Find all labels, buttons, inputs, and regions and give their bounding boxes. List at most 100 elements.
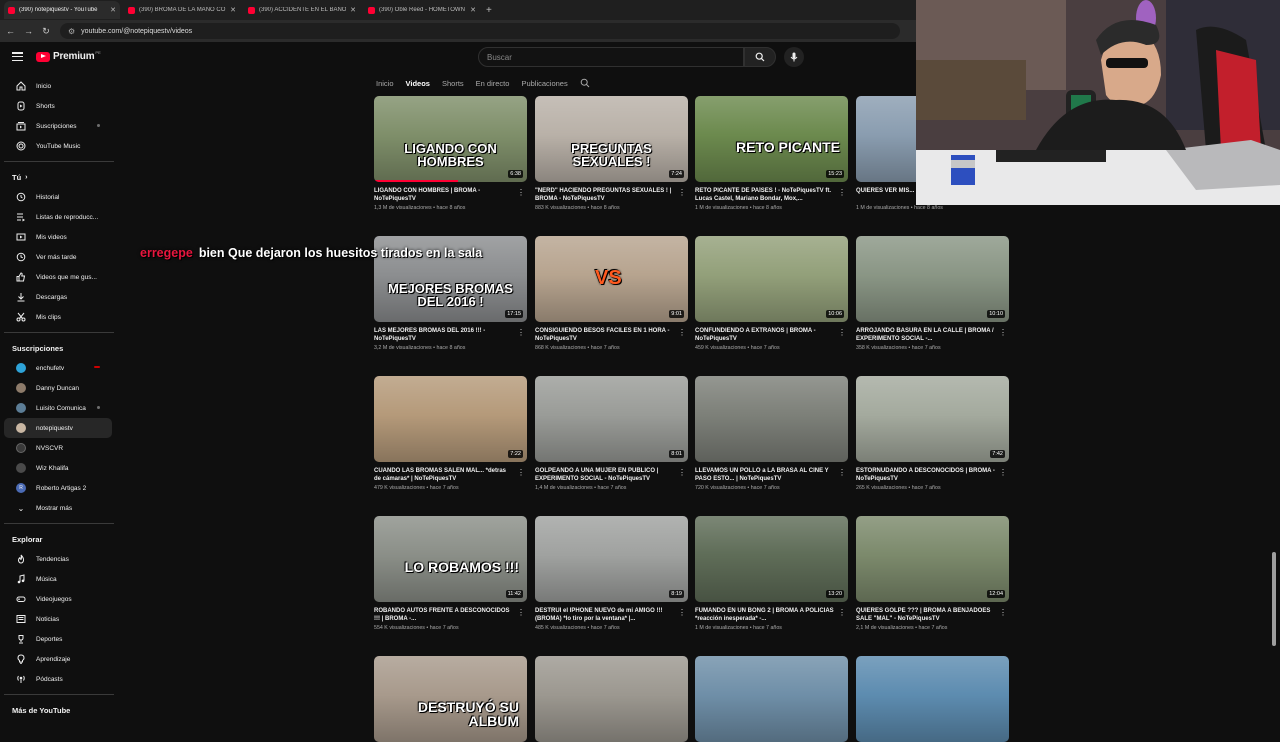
video-card[interactable]: 8:01 GOLPEANDO A UNA MUJER EN PUBLICO | E…	[535, 376, 688, 491]
more-actions-icon[interactable]: ⋮	[678, 328, 686, 337]
sidebar-item-playlists[interactable]: Listas de reproducc...	[4, 207, 112, 227]
site-info-icon[interactable]: ⚙	[68, 27, 75, 36]
video-card[interactable]: LLEVAMOS UN POLLO a LA BRASA AL CINE Y P…	[695, 376, 848, 491]
tab-publicaciones[interactable]: Publicaciones	[521, 79, 567, 88]
reload-icon[interactable]: ↻	[42, 26, 50, 37]
back-arrow-icon[interactable]: ←	[6, 26, 15, 36]
video-thumbnail[interactable]: PREGUNTAS SEXUALES ! 7:24	[535, 96, 688, 182]
video-title[interactable]: LAS MEJORES BROMAS DEL 2016 !!! - NoTePi…	[374, 327, 527, 343]
video-thumbnail[interactable]	[535, 656, 688, 742]
video-thumbnail[interactable]: Destruyó su ALBUM	[374, 656, 527, 742]
video-thumbnail[interactable]	[695, 656, 848, 742]
close-tab-icon[interactable]: ✕	[350, 6, 356, 14]
video-card[interactable]: LIGANDO CON HOMBRES 6:38 LIGANDO CON HOMBR…	[374, 96, 527, 211]
channel-search-icon[interactable]	[580, 78, 590, 88]
new-tab-icon[interactable]: +	[486, 5, 492, 16]
sidebar-sub-wiz-khalifa[interactable]: Wiz Khalifa	[4, 458, 112, 478]
sidebar-item-videojuegos[interactable]: Videojuegos	[4, 589, 112, 609]
sidebar-item-noticias[interactable]: Noticias	[4, 609, 112, 629]
video-title[interactable]: FUMANDO EN UN BONG 2 | BROMA A POLICIAS …	[695, 607, 848, 623]
browser-tab[interactable]: (390) notepiquestv - YouTube ✕	[4, 1, 120, 19]
video-title[interactable]: "NERD" HACIENDO PREGUNTAS SEXUALES ! | B…	[535, 187, 688, 203]
tab-shorts[interactable]: Shorts	[442, 79, 464, 88]
youtube-premium-logo[interactable]: Premium PE	[36, 50, 101, 62]
video-card[interactable]: 12:04 QUIERES GOLPE ??? | BROMA A BENJADO…	[856, 516, 1009, 631]
more-actions-icon[interactable]: ⋮	[999, 608, 1007, 617]
tab-inicio[interactable]: Inicio	[376, 79, 394, 88]
video-title[interactable]: ARROJANDO BASURA EN LA CALLE | BROMA / E…	[856, 327, 1009, 343]
browser-tab[interactable]: (390) BROMA DE LA MANO CO ✕	[124, 1, 240, 19]
page-scrollbar[interactable]	[1272, 552, 1276, 646]
video-card[interactable]: Destruyó su ALBUM	[374, 656, 527, 742]
video-thumbnail[interactable]: 12:04	[856, 516, 1009, 602]
video-title[interactable]: GOLPEANDO A UNA MUJER EN PUBLICO | EXPER…	[535, 467, 688, 483]
video-card[interactable]	[856, 656, 1009, 742]
more-actions-icon[interactable]: ⋮	[678, 188, 686, 197]
more-actions-icon[interactable]: ⋮	[678, 468, 686, 477]
tab-en-directo[interactable]: En directo	[476, 79, 510, 88]
tab-videos[interactable]: Videos	[406, 79, 430, 88]
video-card[interactable]	[695, 656, 848, 742]
video-card[interactable]	[535, 656, 688, 742]
sidebar-item-tendencias[interactable]: Tendencias	[4, 549, 112, 569]
sidebar-item-ver-mas-tarde[interactable]: Ver más tarde	[4, 247, 112, 267]
browser-tab[interactable]: (390) Oblé Reed - HOMETOWN ✕	[364, 1, 480, 19]
more-actions-icon[interactable]: ⋮	[517, 328, 525, 337]
search-button[interactable]	[744, 47, 776, 67]
browser-tab[interactable]: (390) ACCIDENTE EN EL BAÑO ✕	[244, 1, 360, 19]
sidebar-item-descargas[interactable]: Descargas	[4, 287, 112, 307]
video-thumbnail[interactable]: 8:01	[535, 376, 688, 462]
sidebar-item-deportes[interactable]: Deportes	[4, 629, 112, 649]
sidebar-item-aprendizaje[interactable]: Aprendizaje	[4, 649, 112, 669]
more-actions-icon[interactable]: ⋮	[678, 608, 686, 617]
video-title[interactable]: ESTORNUDANDO A DESCONOCIDOS | BROMA - No…	[856, 467, 1009, 483]
more-actions-icon[interactable]: ⋮	[838, 188, 846, 197]
video-thumbnail[interactable]: 7:22	[374, 376, 527, 462]
video-thumbnail[interactable]: 13:20	[695, 516, 848, 602]
video-title[interactable]: LIGANDO CON HOMBRES | BROMA - NoTePiques…	[374, 187, 527, 203]
video-thumbnail[interactable]: 7:42	[856, 376, 1009, 462]
video-title[interactable]: RETO PICANTE DE PAÍSES ! - NoTePiquesTV …	[695, 187, 848, 203]
voice-search-button[interactable]	[784, 47, 804, 67]
video-card[interactable]: 8:19 DESTRUI el IPHONE NUEVO de mi AMIGO …	[535, 516, 688, 631]
video-thumbnail[interactable]: VS 9:01	[535, 236, 688, 322]
video-title[interactable]: QUIERES GOLPE ??? | BROMA A BENJADOES SA…	[856, 607, 1009, 623]
video-title[interactable]: DESTRUI el IPHONE NUEVO de mi AMIGO !!! …	[535, 607, 688, 623]
more-actions-icon[interactable]: ⋮	[838, 468, 846, 477]
more-actions-icon[interactable]: ⋮	[517, 188, 525, 197]
sidebar-sub-enchufetv[interactable]: enchufetv	[4, 358, 112, 378]
video-title[interactable]: CONFUNDIENDO A EXTRAÑOS | BROMA - NoTePi…	[695, 327, 848, 343]
sidebar-item-mis-clips[interactable]: Mis clips	[4, 307, 112, 327]
more-actions-icon[interactable]: ⋮	[999, 468, 1007, 477]
video-card[interactable]: 7:42 ESTORNUDANDO A DESCONOCIDOS | BROMA …	[856, 376, 1009, 491]
close-tab-icon[interactable]: ✕	[230, 6, 236, 14]
video-card[interactable]: 10:06 CONFUNDIENDO A EXTRAÑOS | BROMA - N…	[695, 236, 848, 351]
sidebar-item-shorts[interactable]: Shorts	[4, 96, 112, 116]
sidebar-sub-luisito-comunica[interactable]: Luisito Comunica	[4, 398, 112, 418]
sidebar-item-historial[interactable]: Historial	[4, 187, 112, 207]
sidebar-item-liked-videos[interactable]: Videos que me gus...	[4, 267, 112, 287]
video-thumbnail[interactable]	[856, 656, 1009, 742]
video-thumbnail[interactable]: RETO PICANTE 15:23	[695, 96, 848, 182]
video-thumbnail[interactable]: LO ROBAMOS !!! 11:42	[374, 516, 527, 602]
video-card[interactable]: 10:10 ARROJANDO BASURA EN LA CALLE | BROM…	[856, 236, 1009, 351]
video-thumbnail[interactable]	[695, 376, 848, 462]
video-title[interactable]: CUANDO LAS BROMAS SALEN MAL... *detras d…	[374, 467, 527, 483]
video-card[interactable]: RETO PICANTE 15:23 RETO PICANTE DE PAÍSES …	[695, 96, 848, 211]
video-title[interactable]: LLEVAMOS UN POLLO a LA BRASA AL CINE Y P…	[695, 467, 848, 483]
video-thumbnail[interactable]: 10:06	[695, 236, 848, 322]
address-bar[interactable]: ⚙ youtube.com/@notepiquestv/videos	[60, 23, 900, 39]
sidebar-sub-danny-duncan[interactable]: Danny Duncan	[4, 378, 112, 398]
sidebar-item-podcasts[interactable]: Pódcasts	[4, 669, 112, 689]
more-actions-icon[interactable]: ⋮	[517, 468, 525, 477]
video-thumbnail[interactable]: 10:10	[856, 236, 1009, 322]
close-tab-icon[interactable]: ✕	[110, 6, 116, 14]
menu-icon[interactable]	[12, 52, 23, 61]
sidebar-item-mis-videos[interactable]: Mis videos	[4, 227, 112, 247]
video-card[interactable]: 7:22 CUANDO LAS BROMAS SALEN MAL... *detr…	[374, 376, 527, 491]
video-card[interactable]: PREGUNTAS SEXUALES ! 7:24 "NERD" HACIENDO …	[535, 96, 688, 211]
forward-arrow-icon[interactable]: →	[24, 26, 33, 36]
video-thumbnail[interactable]: 8:19	[535, 516, 688, 602]
close-tab-icon[interactable]: ✕	[470, 6, 476, 14]
more-actions-icon[interactable]: ⋮	[838, 328, 846, 337]
